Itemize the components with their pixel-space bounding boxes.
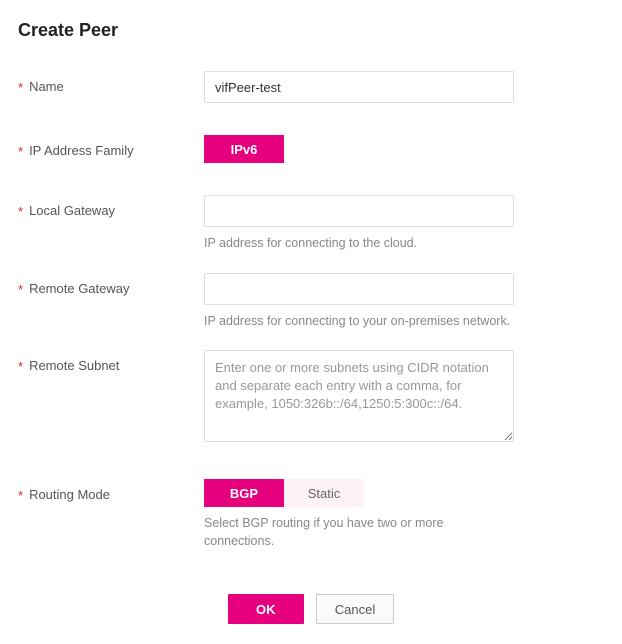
label-text: IP Address Family (29, 143, 134, 158)
label-text: Local Gateway (29, 203, 115, 218)
label-text: Routing Mode (29, 487, 110, 502)
field-remotesubnet-label: * Remote Subnet (18, 350, 204, 373)
remote-gateway-help: IP address for connecting to your on-pre… (204, 313, 514, 331)
label-text: Remote Gateway (29, 281, 129, 296)
page-title: Create Peer (18, 20, 604, 41)
field-localgateway-row: * Local Gateway IP address for connectin… (18, 195, 604, 269)
ok-button[interactable]: OK (228, 594, 304, 624)
remote-gateway-input[interactable] (204, 273, 514, 305)
required-asterisk: * (18, 489, 23, 502)
local-gateway-input[interactable] (204, 195, 514, 227)
ipfamily-option-ipv6[interactable]: IPv6 (204, 135, 284, 163)
field-name-row: * Name (18, 71, 604, 103)
cancel-button[interactable]: Cancel (316, 594, 394, 624)
routingmode-toggle: BGP Static (204, 479, 364, 507)
local-gateway-help: IP address for connecting to the cloud. (204, 235, 514, 253)
required-asterisk: * (18, 283, 23, 296)
field-remotegateway-row: * Remote Gateway IP address for connecti… (18, 273, 604, 347)
label-text: Name (29, 79, 64, 94)
required-asterisk: * (18, 205, 23, 218)
name-input[interactable] (204, 71, 514, 103)
ipfamily-toggle: IPv6 (204, 135, 284, 163)
field-ipfamily-label: * IP Address Family (18, 135, 204, 158)
remote-subnet-textarea[interactable] (204, 350, 514, 442)
field-remotesubnet-row: * Remote Subnet (18, 350, 604, 447)
required-asterisk: * (18, 360, 23, 373)
routingmode-option-static[interactable]: Static (284, 479, 364, 507)
field-name-label: * Name (18, 71, 204, 94)
field-routingmode-label: * Routing Mode (18, 479, 204, 502)
required-asterisk: * (18, 81, 23, 94)
field-ipfamily-row: * IP Address Family IPv6 (18, 135, 604, 163)
routingmode-help: Select BGP routing if you have two or mo… (204, 515, 514, 550)
field-remotegateway-label: * Remote Gateway (18, 273, 204, 296)
field-localgateway-label: * Local Gateway (18, 195, 204, 218)
required-asterisk: * (18, 145, 23, 158)
label-text: Remote Subnet (29, 358, 119, 373)
field-routingmode-row: * Routing Mode BGP Static Select BGP rou… (18, 479, 604, 566)
footer-buttons: OK Cancel (18, 594, 604, 624)
routingmode-option-bgp[interactable]: BGP (204, 479, 284, 507)
